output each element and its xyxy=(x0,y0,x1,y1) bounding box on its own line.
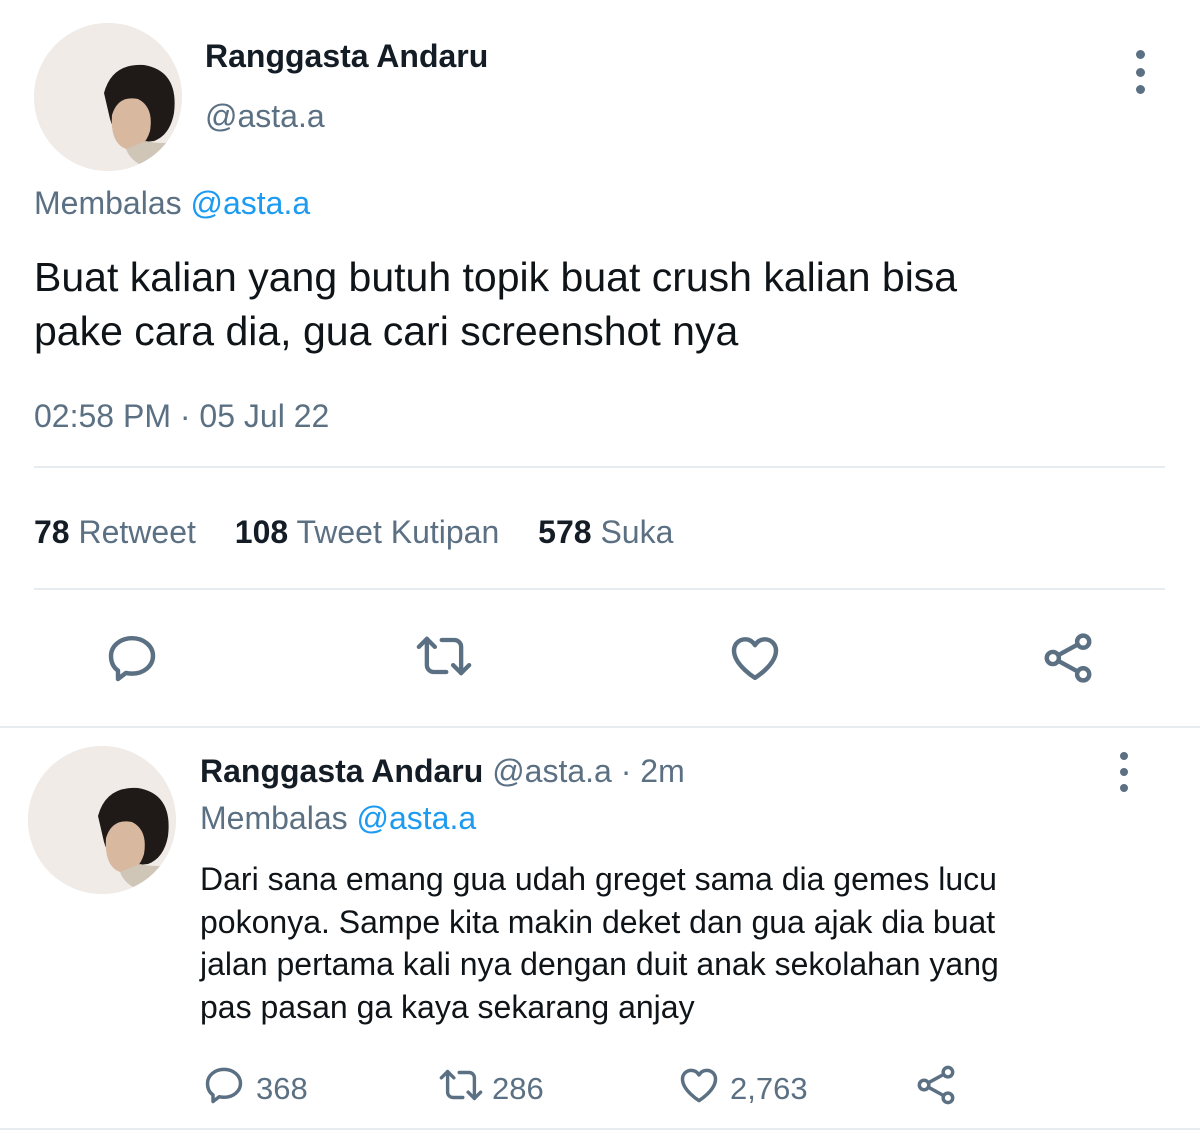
author-avatar[interactable] xyxy=(34,23,182,171)
reply-like-button[interactable]: 2,763 xyxy=(676,1063,808,1115)
tweet-text-line: pake cara dia, gua cari screenshot nya xyxy=(34,308,739,354)
reply-text-line: pokonya. Sampe kita makin deket dan gua … xyxy=(200,903,996,940)
reply-icon xyxy=(202,1063,246,1115)
bottom-divider xyxy=(0,1128,1200,1130)
reply-header: Ranggasta Andaru @asta.a · 2m xyxy=(200,753,685,790)
reply-retweet-button[interactable]: 286 xyxy=(436,1063,544,1115)
tweet-timestamp[interactable]: 02:58 PM · 05 Jul 22 xyxy=(34,398,329,435)
divider xyxy=(34,588,1165,590)
quotes-label: Tweet Kutipan xyxy=(296,514,500,550)
quotes-stat[interactable]: 108 Tweet Kutipan xyxy=(235,514,508,550)
reply-icon[interactable] xyxy=(104,630,160,686)
reply-author-meta[interactable]: @asta.a · 2m xyxy=(492,753,685,789)
quotes-count: 108 xyxy=(234,514,289,550)
more-options-icon[interactable] xyxy=(1130,50,1150,94)
retweet-icon[interactable] xyxy=(412,628,476,684)
section-divider xyxy=(0,726,1200,728)
reply-text-line: jalan pertama kali nya dengan duit anak … xyxy=(200,946,999,982)
like-icon[interactable] xyxy=(726,630,784,686)
reply-author-avatar[interactable] xyxy=(28,746,176,894)
like-count: 2,763 xyxy=(730,1071,808,1106)
reply-to-handle[interactable]: @asta.a xyxy=(357,800,477,836)
reply-author-name[interactable]: Ranggasta Andaru xyxy=(200,753,483,789)
retweet-icon xyxy=(436,1063,486,1115)
reply-count: 368 xyxy=(256,1071,308,1106)
likes-label: Suka xyxy=(600,514,674,550)
tweet-stats: 78 Retweet 108 Tweet Kutipan 578 Suka xyxy=(34,514,673,551)
reply-to-handle[interactable]: @asta.a xyxy=(191,185,311,221)
reply-prefix: Membalas xyxy=(200,800,348,836)
tweet-text: Buat kalian yang butuh topik buat crush … xyxy=(34,250,957,358)
reply-context: Membalas @asta.a xyxy=(200,800,476,837)
like-icon xyxy=(676,1063,722,1115)
reply-text-line: Dari sana emang gua udah greget sama dia… xyxy=(200,861,997,897)
retweets-label: Retweet xyxy=(78,514,196,550)
retweets-stat[interactable]: 78 Retweet xyxy=(34,514,205,550)
reply-reply-button[interactable]: 368 xyxy=(202,1063,308,1115)
author-handle[interactable]: @asta.a xyxy=(205,98,325,135)
divider xyxy=(34,466,1165,468)
retweet-count: 286 xyxy=(492,1071,544,1106)
share-icon[interactable] xyxy=(914,1063,958,1107)
reply-text-line: pas pasan ga kaya sekarang anjay xyxy=(200,988,695,1025)
likes-stat[interactable]: 578 Suka xyxy=(538,514,673,550)
reply-context: Membalas @asta.a xyxy=(34,185,310,222)
author-name[interactable]: Ranggasta Andaru xyxy=(205,38,488,75)
reply-more-options-icon[interactable] xyxy=(1114,752,1134,792)
retweets-count: 78 xyxy=(34,514,70,550)
share-icon[interactable] xyxy=(1040,630,1096,686)
tweet-text-line: Buat kalian yang butuh topik buat crush … xyxy=(34,254,958,300)
reply-text: Dari sana emang gua udah greget sama dia… xyxy=(200,858,999,1028)
reply-prefix: Membalas xyxy=(34,185,182,221)
likes-count: 578 xyxy=(538,514,592,550)
